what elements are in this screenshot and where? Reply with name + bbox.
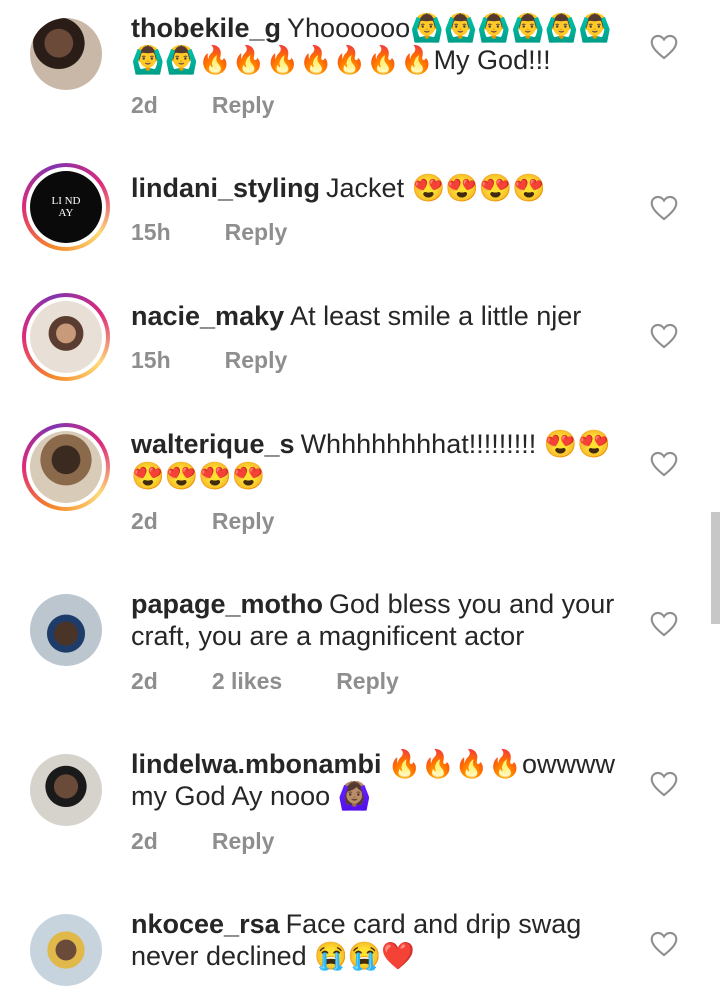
comment-username[interactable]: lindelwa.mbonambi	[131, 749, 382, 779]
comment-likes[interactable]: 2 likes	[212, 668, 282, 695]
avatar-story-ring[interactable]	[22, 293, 110, 381]
avatar-logo-text: LI ND AY	[51, 195, 81, 219]
avatar[interactable]	[22, 10, 110, 98]
comment-body: Jacket 😍😍😍😍	[326, 173, 547, 203]
avatar[interactable]	[22, 586, 110, 674]
reply-button[interactable]: Reply	[225, 219, 288, 246]
comment-meta: 2d Reply	[131, 92, 328, 119]
avatar-story-ring[interactable]: LI ND AY	[22, 163, 110, 251]
avatar[interactable]	[22, 906, 110, 994]
reply-button[interactable]: Reply	[225, 347, 288, 374]
comment-username[interactable]: papage_motho	[131, 589, 323, 619]
avatar: LI ND AY	[30, 171, 102, 243]
comment-text: lindani_styling Jacket 😍😍😍😍	[131, 172, 631, 204]
reply-button[interactable]: Reply	[212, 828, 275, 855]
reply-button[interactable]: Reply	[212, 508, 275, 535]
heart-icon[interactable]	[650, 195, 678, 221]
comment-username[interactable]: lindani_styling	[131, 173, 320, 203]
heart-icon[interactable]	[650, 611, 678, 637]
comment-time: 2d	[131, 668, 158, 694]
comment-username[interactable]: thobekile_g	[131, 13, 281, 43]
comment-text: walterique_s Whhhhhhhhat!!!!!!!!! 😍😍😍😍😍😍	[131, 428, 631, 492]
reply-button[interactable]: Reply	[212, 92, 275, 119]
comment-text: thobekile_g Yhoooooo🙆‍♂️🙆‍♂️🙆‍♂️🙆‍♂️🙆‍♂️🙆…	[131, 12, 631, 76]
comment-username[interactable]: nacie_maky	[131, 301, 284, 331]
comment-meta: 2d Reply	[131, 508, 328, 535]
comment-meta: 15h Reply	[131, 219, 341, 246]
comment-meta: 2d 2 likes Reply	[131, 668, 453, 695]
avatar-story-ring[interactable]	[22, 423, 110, 511]
heart-icon[interactable]	[650, 323, 678, 349]
heart-icon[interactable]	[650, 771, 678, 797]
comment-text: nkocee_rsa Face card and drip swag never …	[131, 908, 631, 972]
comment-time: 15h	[131, 219, 171, 245]
heart-icon[interactable]	[650, 931, 678, 957]
comment-text: nacie_maky At least smile a little njer	[131, 300, 631, 332]
comment-text: papage_motho God bless you and your craft…	[131, 588, 631, 652]
comment-username[interactable]: walterique_s	[131, 429, 295, 459]
heart-icon[interactable]	[650, 451, 678, 477]
heart-icon[interactable]	[650, 34, 678, 60]
comment-time: 2d	[131, 92, 158, 118]
comment-body: At least smile a little njer	[290, 301, 582, 331]
comment-time: 2d	[131, 508, 158, 534]
comment-meta: 2d Reply	[131, 828, 328, 855]
avatar	[30, 431, 102, 503]
reply-button[interactable]: Reply	[336, 668, 399, 695]
avatar	[30, 301, 102, 373]
comment-time: 15h	[131, 347, 171, 373]
comment-text: lindelwa.mbonambi 🔥🔥🔥🔥owwww my God Ay noo…	[131, 748, 631, 812]
comment-time: 2d	[131, 828, 158, 854]
scrollbar-thumb[interactable]	[711, 512, 720, 624]
comment-meta: 15h Reply	[131, 347, 341, 374]
comment-username[interactable]: nkocee_rsa	[131, 909, 280, 939]
avatar[interactable]	[22, 746, 110, 834]
